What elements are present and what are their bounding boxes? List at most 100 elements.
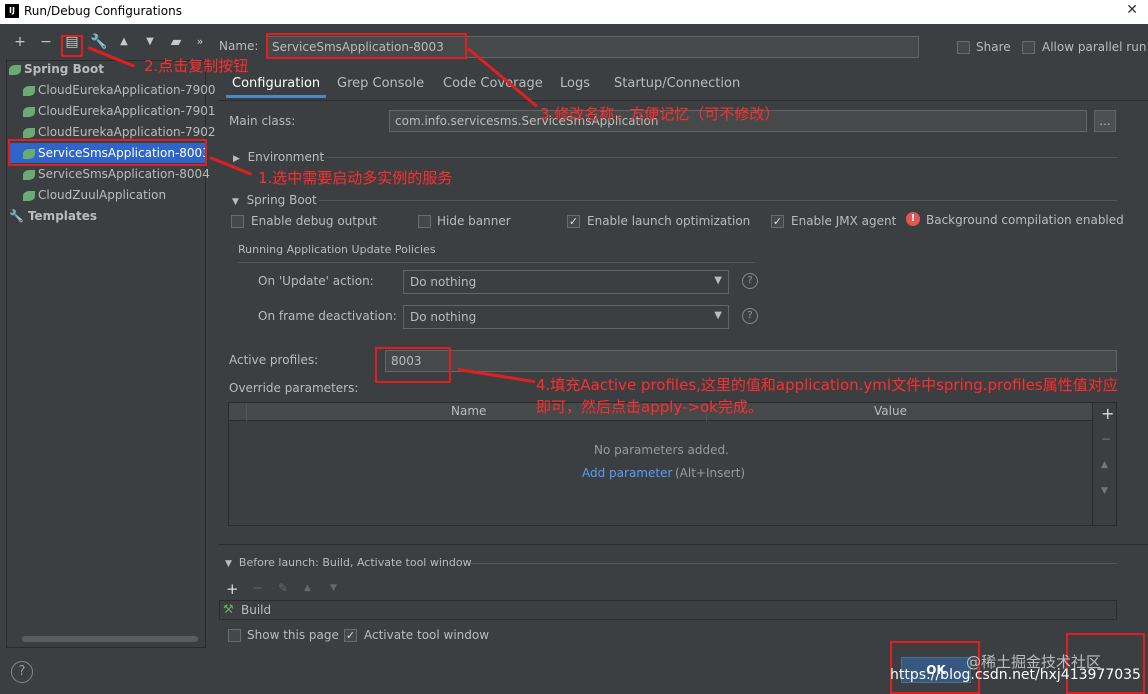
tree-scrollbar[interactable] bbox=[22, 636, 198, 642]
app-icon: IJ bbox=[5, 4, 19, 18]
spring-boot-icon bbox=[9, 64, 21, 75]
before-launch-divider bbox=[470, 563, 1117, 564]
annotation-step-4-line2: 即可，然后点击apply->ok完成。 bbox=[536, 398, 763, 416]
annotation-box-selected bbox=[8, 139, 207, 166]
environment-label: Environment bbox=[247, 150, 325, 164]
title-bar: IJ Run/Debug Configurations ✕ bbox=[0, 0, 1148, 24]
tree-item[interactable]: CloudEurekaApplication-7900 bbox=[23, 80, 221, 100]
tree-group-templates[interactable]: 🔧 Templates bbox=[9, 206, 207, 226]
help-icon[interactable]: ? bbox=[742, 308, 758, 324]
background-compilation-label: Background compilation enabled bbox=[926, 213, 1124, 227]
frame-deactivation-label: On frame deactivation: bbox=[258, 309, 397, 323]
edit-icon[interactable]: ✎ bbox=[278, 581, 288, 595]
move-down-icon[interactable]: ▼ bbox=[1101, 486, 1108, 496]
before-launch-list: ⚒ Build bbox=[219, 600, 1117, 620]
move-up-icon[interactable]: ▲ bbox=[304, 583, 311, 593]
chevron-right-icon: ▶ bbox=[233, 154, 240, 164]
share-label: Share bbox=[976, 40, 1011, 54]
spring-boot-icon bbox=[23, 127, 35, 138]
override-parameters-label: Override parameters: bbox=[229, 381, 359, 395]
tree-item[interactable]: ServiceSmsApplication-8004 bbox=[23, 164, 221, 184]
update-action-select[interactable]: Do nothing ▼ bbox=[403, 270, 729, 294]
tree-item-label: CloudEurekaApplication-7901 bbox=[38, 104, 216, 118]
browse-button[interactable]: ... bbox=[1094, 110, 1116, 132]
launch-optimization-checkbox[interactable]: ✓ bbox=[567, 215, 580, 228]
tab-startup-connection[interactable]: Startup/Connection bbox=[614, 76, 740, 98]
add-icon[interactable]: + bbox=[226, 580, 239, 598]
tab-grep-console[interactable]: Grep Console bbox=[337, 76, 424, 98]
remove-icon[interactable]: − bbox=[252, 581, 263, 596]
annotation-box-profile bbox=[375, 347, 451, 383]
help-icon[interactable]: ? bbox=[11, 661, 33, 683]
window-title: Run/Debug Configurations bbox=[24, 4, 182, 18]
jmx-agent-checkbox[interactable]: ✓ bbox=[771, 215, 784, 228]
wrench-icon: 🔧 bbox=[9, 209, 24, 223]
move-up-icon[interactable]: ▲ bbox=[115, 34, 133, 50]
enable-debug-label: Enable debug output bbox=[251, 214, 377, 228]
chevron-down-icon: ▼ bbox=[232, 197, 239, 207]
add-parameter-link[interactable]: Add parameter bbox=[582, 466, 672, 480]
enable-debug-checkbox[interactable] bbox=[231, 215, 244, 228]
chevron-down-icon: ▼ bbox=[714, 275, 722, 286]
build-task[interactable]: Build bbox=[241, 603, 271, 617]
move-down-icon[interactable]: ▼ bbox=[141, 34, 159, 50]
move-down-icon[interactable]: ▼ bbox=[330, 583, 337, 593]
show-page-checkbox[interactable] bbox=[228, 629, 241, 642]
spring-boot-icon bbox=[23, 85, 35, 96]
warning-icon: ! bbox=[906, 212, 920, 226]
tree-item-label: CloudZuulApplication bbox=[38, 188, 167, 202]
before-launch-label: Before launch: Build, Activate tool wind… bbox=[238, 556, 472, 569]
update-policies-divider bbox=[238, 262, 755, 263]
tab-code-coverage[interactable]: Code Coverage bbox=[443, 76, 543, 98]
table-header-checkcell bbox=[229, 403, 247, 421]
chevron-down-icon: ▼ bbox=[714, 310, 722, 321]
add-icon[interactable]: + bbox=[11, 34, 29, 50]
remove-icon[interactable]: − bbox=[37, 34, 55, 50]
annotation-box-name bbox=[266, 33, 467, 59]
tree-item[interactable]: CloudZuulApplication bbox=[23, 185, 221, 205]
spring-boot-icon bbox=[23, 106, 35, 117]
spring-boot-divider bbox=[319, 200, 1117, 201]
active-profiles-field[interactable]: 8003 bbox=[385, 350, 1117, 372]
tree-item-label: ServiceSmsApplication-8004 bbox=[38, 167, 210, 181]
tab-logs[interactable]: Logs bbox=[560, 76, 590, 98]
column-name: Name bbox=[451, 404, 487, 418]
hide-banner-checkbox[interactable] bbox=[418, 215, 431, 228]
frame-deactivation-value: Do nothing bbox=[410, 310, 477, 324]
activate-tool-window-checkbox[interactable]: ✓ bbox=[344, 629, 357, 642]
empty-table-text: No parameters added. bbox=[594, 443, 729, 457]
remove-icon[interactable]: − bbox=[1101, 432, 1111, 446]
chevron-down-icon: ▼ bbox=[225, 559, 232, 569]
show-page-label: Show this page bbox=[247, 628, 339, 642]
main-class-label: Main class: bbox=[229, 114, 296, 128]
name-label: Name: bbox=[219, 39, 259, 53]
frame-deactivation-select[interactable]: Do nothing ▼ bbox=[403, 305, 729, 329]
hammer-icon: ⚒ bbox=[223, 602, 234, 616]
activate-tool-window-label: Activate tool window bbox=[364, 628, 490, 642]
tree-item-label: CloudEurekaApplication-7902 bbox=[38, 125, 216, 139]
environment-divider bbox=[323, 157, 1117, 158]
parameters-table: Name Value No parameters added. Add para… bbox=[228, 402, 1093, 526]
tree-group-label: Spring Boot bbox=[24, 62, 104, 76]
close-icon[interactable]: ✕ bbox=[1126, 2, 1138, 18]
annotation-step-4-line1: 4.填充Aactive profiles,这里的值和application.ym… bbox=[536, 376, 1118, 394]
allow-parallel-checkbox[interactable] bbox=[1022, 41, 1035, 54]
update-action-label: On 'Update' action: bbox=[258, 274, 374, 288]
tab-divider bbox=[219, 100, 1148, 101]
tree-item[interactable]: CloudEurekaApplication-7901 bbox=[23, 101, 221, 121]
before-launch-top-divider bbox=[219, 544, 1148, 545]
spring-boot-icon bbox=[23, 169, 35, 180]
tab-configuration[interactable]: Configuration bbox=[226, 76, 327, 98]
folder-icon[interactable]: ▰ bbox=[167, 34, 185, 50]
add-icon[interactable]: + bbox=[1101, 404, 1114, 423]
jmx-agent-label: Enable JMX agent bbox=[791, 214, 897, 228]
spring-boot-toggle[interactable]: ▼ Spring Boot bbox=[232, 193, 317, 207]
move-up-icon[interactable]: ▲ bbox=[1101, 460, 1108, 470]
more-icon[interactable]: » bbox=[191, 34, 209, 50]
help-icon[interactable]: ? bbox=[742, 273, 758, 289]
before-launch-toggle[interactable]: ▼ Before launch: Build, Activate tool wi… bbox=[225, 556, 472, 569]
environment-toggle[interactable]: ▶ Environment bbox=[233, 150, 324, 164]
spring-boot-icon bbox=[23, 190, 35, 201]
tree-item-label: CloudEurekaApplication-7900 bbox=[38, 83, 216, 97]
share-checkbox[interactable] bbox=[957, 41, 970, 54]
